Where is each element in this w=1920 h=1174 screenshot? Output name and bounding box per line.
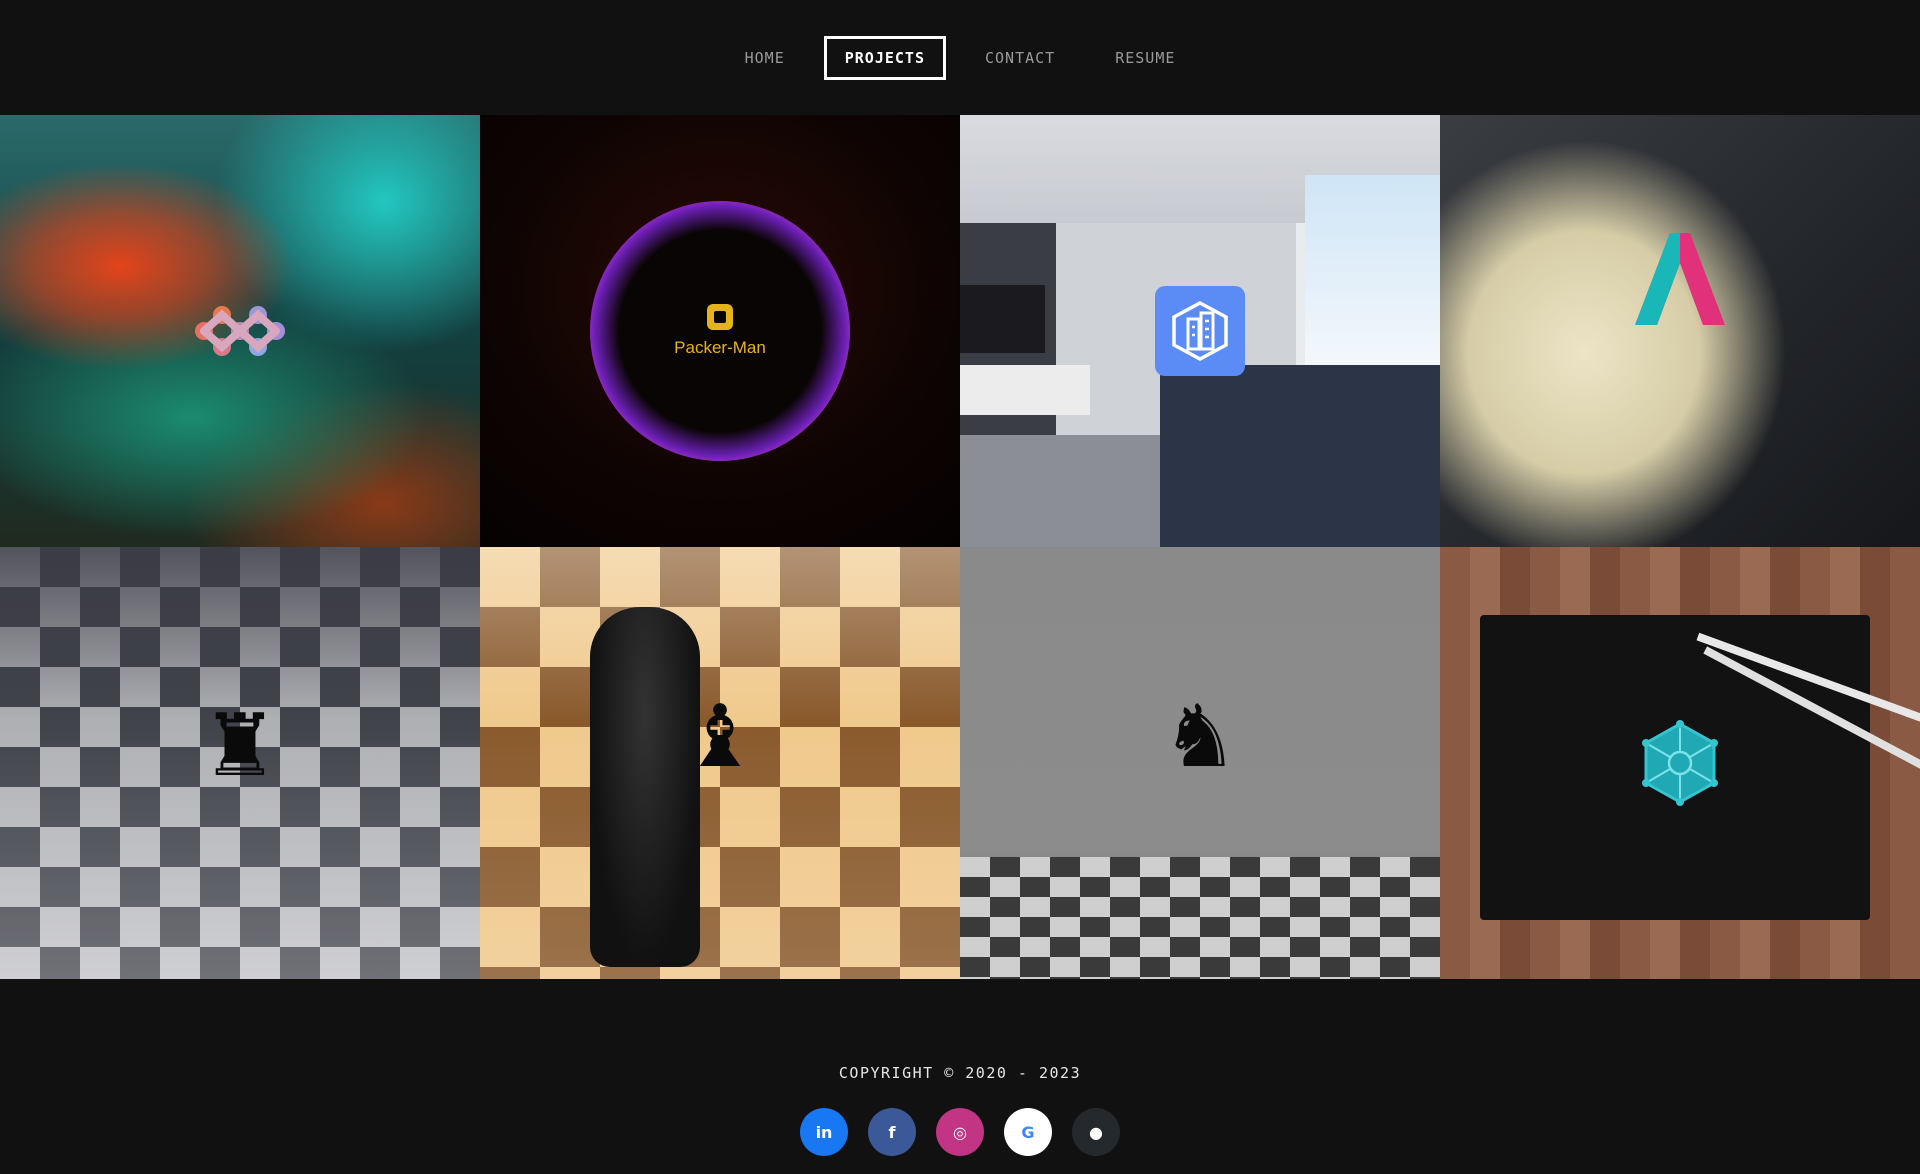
- chess-queen-icon: ♝: [681, 687, 759, 788]
- dots-network-logo-icon: [194, 303, 286, 359]
- projects-grid: Packer-Man ♜ ♝ ♞: [0, 115, 1920, 979]
- sofa: [1160, 365, 1440, 547]
- copyright-text: COPYRIGHT © 2020 - 2023: [838, 1064, 1082, 1082]
- nav-contact-link[interactable]: CONTACT: [964, 36, 1076, 80]
- nav-home-link[interactable]: HOME: [724, 36, 806, 80]
- facebook-icon[interactable]: f: [868, 1108, 916, 1156]
- instagram-icon[interactable]: ◎: [936, 1108, 984, 1156]
- chess-board: [960, 857, 1440, 979]
- project-tile-8[interactable]: [1440, 547, 1920, 979]
- hexagon-network-logo-icon: [1640, 720, 1720, 806]
- project-tile-7[interactable]: ♞: [960, 547, 1440, 979]
- social-links: in f ◎ G ●: [0, 1108, 1920, 1156]
- project-tile-2[interactable]: Packer-Man: [480, 115, 960, 547]
- nav-projects-link[interactable]: PROJECTS: [823, 36, 946, 80]
- chess-knight-icon: ♞: [1161, 687, 1239, 788]
- a-letter-logo-icon: [1635, 233, 1725, 326]
- packer-man-label: Packer-Man: [674, 338, 766, 357]
- google-icon[interactable]: G: [1004, 1108, 1052, 1156]
- packer-man-icon: [707, 304, 733, 330]
- linkedin-icon[interactable]: in: [800, 1108, 848, 1156]
- chess-rook-icon: ♜: [201, 695, 279, 796]
- project-tile-6[interactable]: ♝: [480, 547, 960, 979]
- project-tile-3[interactable]: [960, 115, 1440, 547]
- soap-bubble: Packer-Man: [590, 201, 850, 461]
- main-nav: HOME PROJECTS CONTACT RESUME: [0, 0, 1920, 115]
- footer: COPYRIGHT © 2020 - 2023 in f ◎ G ●: [0, 979, 1920, 1156]
- project-tile-4[interactable]: [1440, 115, 1920, 547]
- tile-background: [1440, 115, 1920, 547]
- window: [1305, 175, 1440, 375]
- tv-cabinet: [960, 365, 1090, 415]
- project-tile-5[interactable]: ♜: [0, 547, 480, 979]
- github-icon[interactable]: ●: [1072, 1108, 1120, 1156]
- television: [960, 285, 1045, 353]
- project-tile-1[interactable]: [0, 115, 480, 547]
- building-app-icon: [1155, 286, 1245, 376]
- packer-man-bubble-logo: Packer-Man: [590, 201, 850, 461]
- nav-resume-link[interactable]: RESUME: [1094, 36, 1196, 80]
